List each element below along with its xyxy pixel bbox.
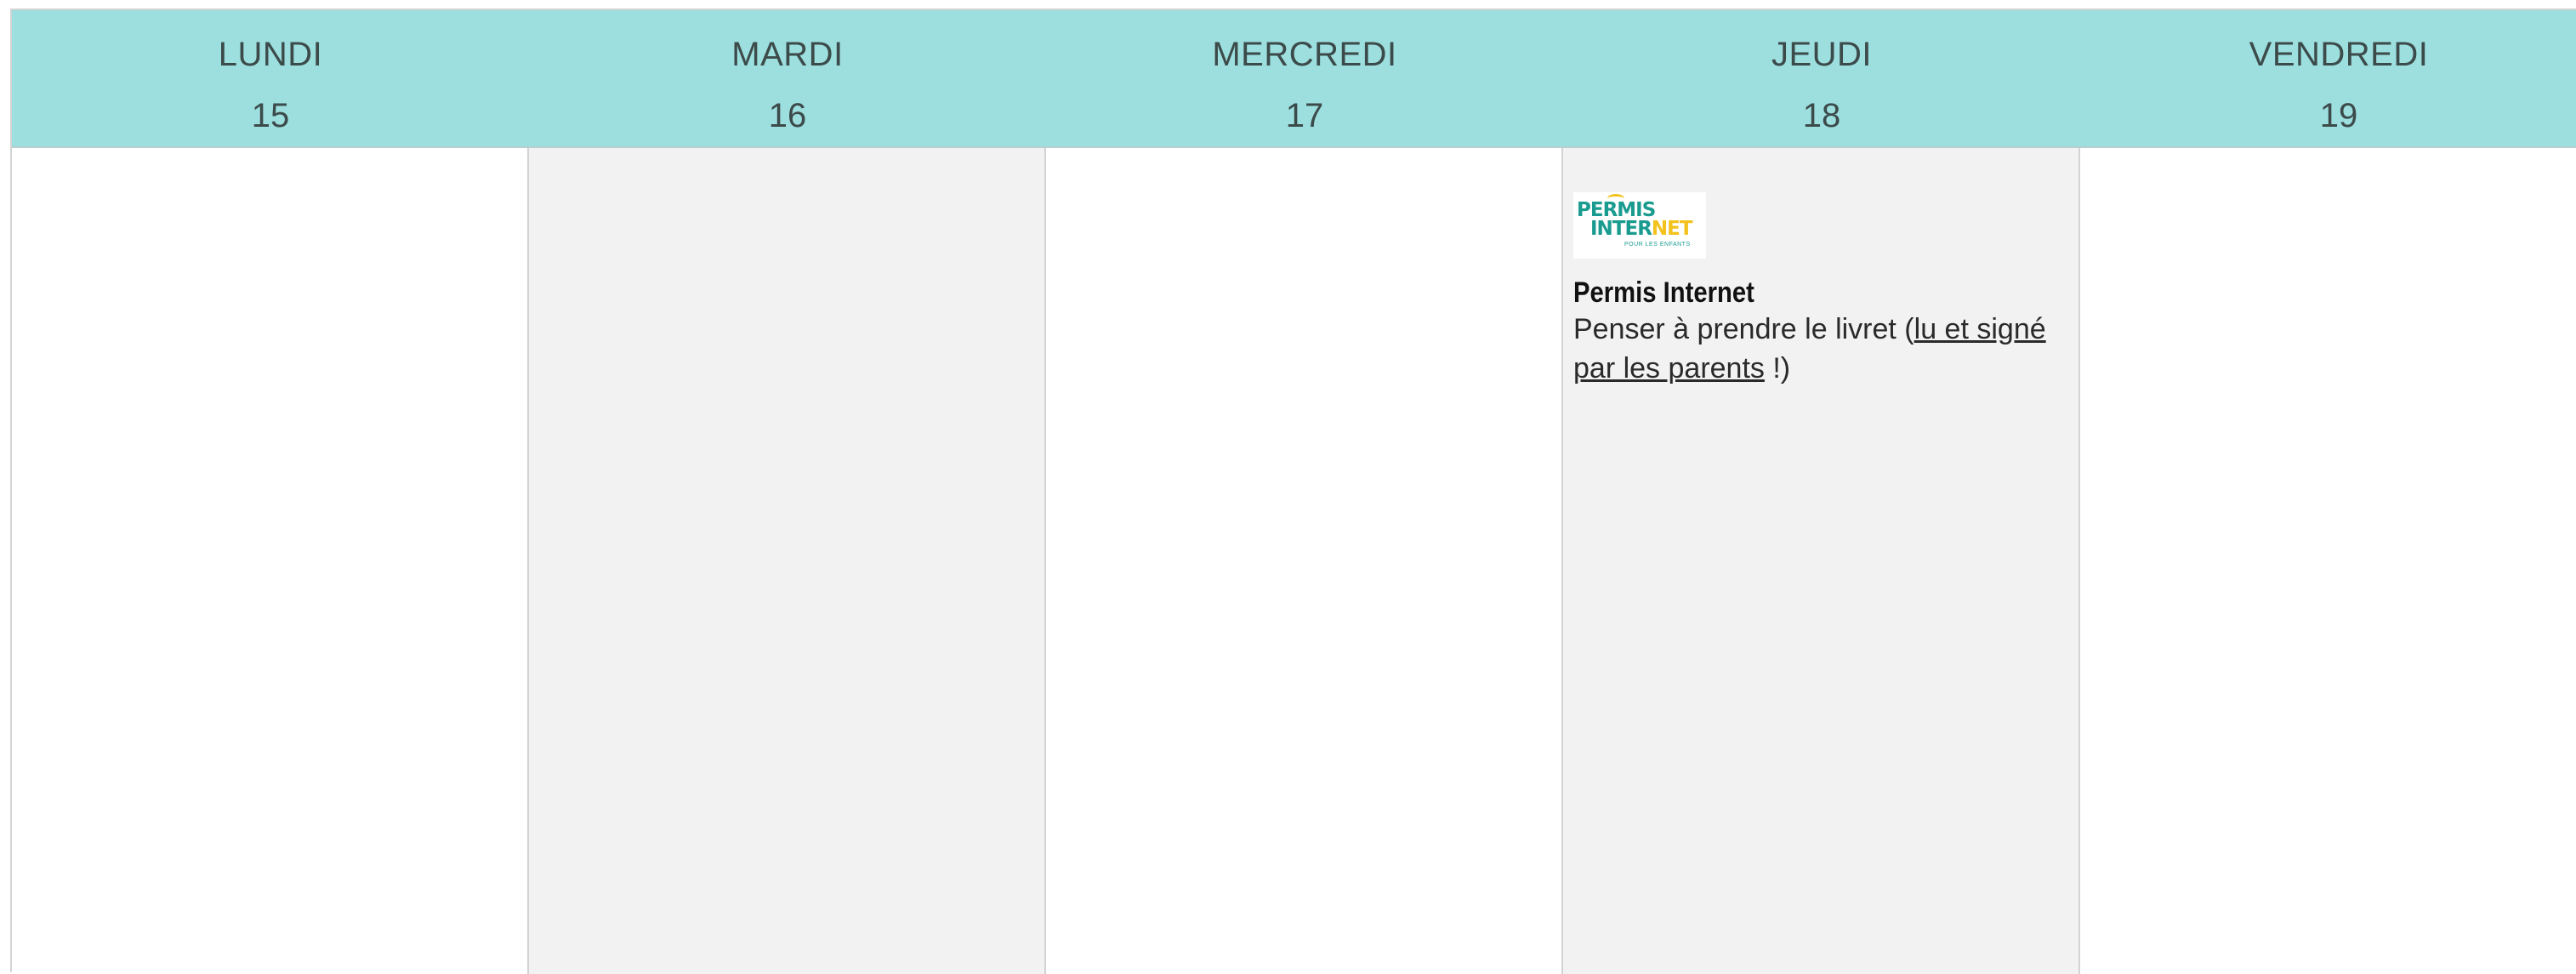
event-desc-after: !): [1764, 352, 1791, 384]
day-name: JEUDI: [1771, 36, 1873, 73]
day-header-vendredi: VENDREDI 19: [2080, 10, 2576, 148]
day-header-jeudi: JEUDI 18: [1563, 10, 2080, 148]
day-header-mardi: MARDI 16: [529, 10, 1046, 148]
week-calendar: LUNDI 15 MARDI 16 MERCREDI 17 JEUDI 18 V…: [10, 9, 2576, 974]
day-header-lundi: LUNDI 15: [12, 10, 529, 148]
day-header-mercredi: MERCREDI 17: [1046, 10, 1563, 148]
calendar-event[interactable]: PERMIS INTERNET POUR LES ENFANTS Permis …: [1573, 192, 2067, 388]
day-name: MARDI: [731, 36, 844, 73]
day-column-jeudi[interactable]: PERMIS INTERNET POUR LES ENFANTS Permis …: [1563, 148, 2080, 974]
day-column-mardi[interactable]: [529, 148, 1046, 974]
day-name: MERCREDI: [1212, 36, 1397, 73]
day-number: 15: [251, 97, 290, 134]
day-column-vendredi[interactable]: [2080, 148, 2576, 974]
logo-tagline: POUR LES ENFANTS: [1624, 242, 1691, 248]
day-number: 18: [1802, 97, 1841, 134]
day-column-lundi[interactable]: [12, 148, 529, 974]
logo-line-2b: NET: [1651, 218, 1693, 240]
calendar-header: LUNDI 15 MARDI 16 MERCREDI 17 JEUDI 18 V…: [12, 10, 2576, 148]
day-column-mercredi[interactable]: [1046, 148, 1563, 974]
event-desc-before: Penser à prendre le livret (: [1573, 313, 1914, 345]
logo-line-2a: INTER: [1590, 218, 1652, 240]
day-name: LUNDI: [218, 36, 323, 73]
day-number: 17: [1285, 97, 1324, 134]
permis-internet-logo: PERMIS INTERNET POUR LES ENFANTS: [1573, 192, 1706, 259]
day-number: 16: [768, 97, 807, 134]
calendar-body: PERMIS INTERNET POUR LES ENFANTS Permis …: [12, 148, 2576, 974]
day-name: VENDREDI: [2249, 36, 2429, 73]
event-description: Penser à prendre le livret (lu et signé …: [1573, 310, 2067, 388]
logo-line-2: INTERNET: [1590, 218, 1693, 240]
day-number: 19: [2319, 97, 2358, 134]
event-title: Permis Internet: [1573, 276, 1754, 309]
